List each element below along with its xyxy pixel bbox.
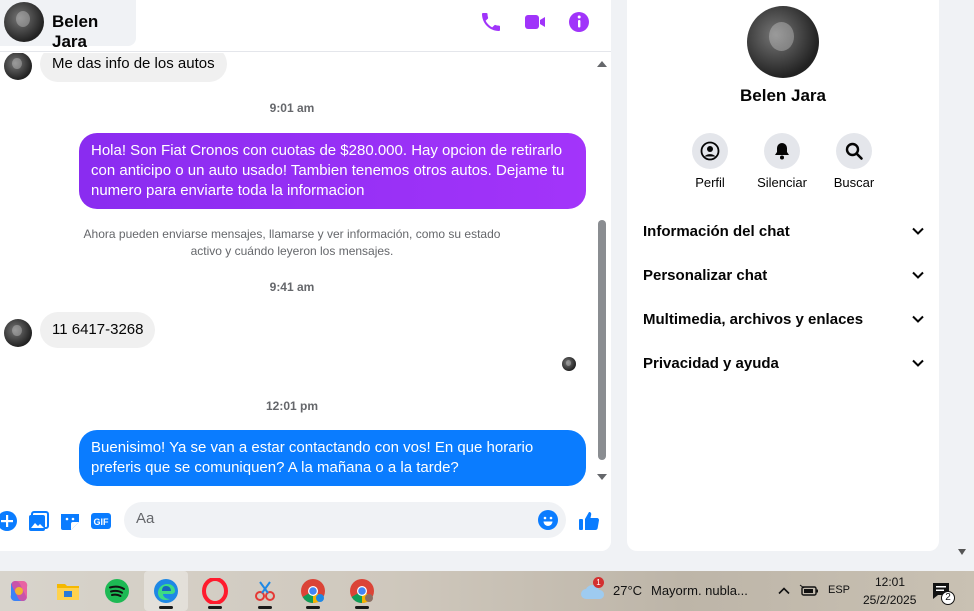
chat-panel: Belen Jara Me das info de los autos 9:01… bbox=[0, 0, 611, 551]
chevron-down-icon bbox=[912, 271, 924, 279]
message-list[interactable]: Me das info de los autos 9:01 am Hola! S… bbox=[0, 53, 594, 490]
phone-call-icon[interactable] bbox=[479, 10, 503, 34]
section-media-files[interactable]: Multimedia, archivos y enlaces bbox=[643, 299, 925, 339]
chrome-profile-running-indicator bbox=[355, 606, 369, 609]
profile-action-label: Perfil bbox=[695, 175, 725, 190]
system-notice: Ahora pueden enviarse mensajes, llamarse… bbox=[83, 227, 501, 258]
snipping-running-indicator bbox=[258, 606, 272, 609]
edge-running-indicator bbox=[159, 606, 173, 609]
opera-icon[interactable] bbox=[202, 578, 228, 604]
snipping-tool-icon[interactable] bbox=[252, 578, 278, 604]
like-thumb-icon[interactable] bbox=[577, 509, 601, 533]
timestamp: 9:41 am bbox=[269, 280, 315, 294]
read-receipt-avatar bbox=[562, 357, 576, 371]
sticker-icon[interactable] bbox=[59, 510, 81, 532]
profile-name: Belen Jara bbox=[740, 86, 826, 105]
plus-icon[interactable] bbox=[0, 510, 18, 532]
section-customize-label: Personalizar chat bbox=[643, 266, 768, 284]
section-privacy-help[interactable]: Privacidad y ayuda bbox=[643, 343, 925, 383]
info-icon[interactable] bbox=[567, 10, 591, 34]
sender-avatar bbox=[4, 53, 32, 80]
copilot-icon[interactable] bbox=[6, 578, 32, 604]
windows-taskbar: 1 27°C Mayorm. nubla... ESP 12:01 25/2/2… bbox=[0, 571, 974, 611]
user-circle-icon bbox=[700, 141, 720, 161]
clock-time[interactable]: 12:01 bbox=[875, 575, 905, 589]
chevron-up-icon[interactable] bbox=[777, 584, 791, 598]
message-input[interactable] bbox=[136, 510, 526, 527]
clock-date[interactable]: 25/2/2025 bbox=[863, 593, 916, 607]
weather-alert-badge: 1 bbox=[593, 577, 604, 588]
chat-info-panel: Belen Jara Perfil Silenciar Buscar Infor… bbox=[627, 0, 939, 551]
chevron-down-icon bbox=[912, 359, 924, 367]
scroll-thumb[interactable] bbox=[598, 220, 606, 460]
mute-action-label: Silenciar bbox=[757, 175, 807, 190]
page-scroll-down-arrow-icon[interactable] bbox=[958, 549, 966, 555]
section-chat-info-label: Información del chat bbox=[643, 222, 790, 240]
incoming-message[interactable]: 11 6417-3268 bbox=[40, 312, 156, 348]
outgoing-message[interactable]: Buenisimo! Ya se van a estar contactando… bbox=[79, 430, 586, 486]
profile-action[interactable]: Perfil bbox=[675, 133, 745, 190]
section-chat-info[interactable]: Información del chat bbox=[643, 211, 925, 251]
weather-temp[interactable]: 27°C bbox=[613, 583, 642, 598]
search-icon bbox=[845, 142, 863, 160]
gif-button[interactable]: GIF bbox=[90, 510, 112, 532]
emoji-icon[interactable] bbox=[538, 510, 558, 530]
message-input-wrapper bbox=[124, 502, 566, 538]
file-explorer-icon[interactable] bbox=[55, 578, 81, 604]
chat-header: Belen Jara bbox=[0, 0, 611, 52]
weather-description[interactable]: Mayorm. nubla... bbox=[651, 583, 748, 598]
bell-icon bbox=[775, 143, 789, 160]
message-scrollbar[interactable] bbox=[594, 53, 611, 490]
timestamp: 12:01 pm bbox=[265, 399, 319, 413]
chevron-down-icon bbox=[912, 227, 924, 235]
video-call-icon[interactable] bbox=[523, 10, 547, 34]
mute-action[interactable]: Silenciar bbox=[747, 133, 817, 190]
search-action-label: Buscar bbox=[833, 175, 875, 190]
edge-browser-icon[interactable] bbox=[153, 578, 179, 604]
incoming-message[interactable]: Me das info de los autos bbox=[40, 53, 227, 82]
chrome-profile-icon[interactable] bbox=[349, 578, 375, 604]
opera-running-indicator bbox=[208, 606, 222, 609]
spotify-icon[interactable] bbox=[104, 578, 130, 604]
section-customize-chat[interactable]: Personalizar chat bbox=[643, 255, 925, 295]
chrome-running-indicator bbox=[306, 606, 320, 609]
profile-avatar[interactable] bbox=[747, 6, 819, 78]
contact-avatar bbox=[4, 2, 44, 42]
sender-avatar bbox=[4, 319, 32, 347]
outgoing-message[interactable]: Hola! Son Fiat Cronos con cuotas de $280… bbox=[79, 133, 586, 209]
contact-header-button[interactable]: Belen Jara bbox=[0, 0, 136, 51]
input-language[interactable]: ESP bbox=[828, 584, 850, 596]
notification-count-badge: 2 bbox=[941, 591, 955, 605]
search-action[interactable]: Buscar bbox=[819, 133, 889, 190]
chrome-icon[interactable] bbox=[300, 578, 326, 604]
section-privacy-label: Privacidad y ayuda bbox=[643, 354, 779, 372]
timestamp: 9:01 am bbox=[269, 101, 315, 115]
chevron-down-icon bbox=[912, 315, 924, 323]
contact-name: Belen Jara bbox=[52, 12, 99, 51]
message-composer: GIF bbox=[0, 490, 611, 551]
section-media-label: Multimedia, archivos y enlaces bbox=[643, 310, 864, 328]
battery-icon[interactable] bbox=[799, 583, 819, 599]
gif-label: GIF bbox=[94, 517, 110, 527]
scroll-up-arrow-icon[interactable] bbox=[597, 61, 607, 67]
scroll-down-arrow-icon[interactable] bbox=[597, 474, 607, 480]
photo-icon[interactable] bbox=[28, 510, 50, 532]
